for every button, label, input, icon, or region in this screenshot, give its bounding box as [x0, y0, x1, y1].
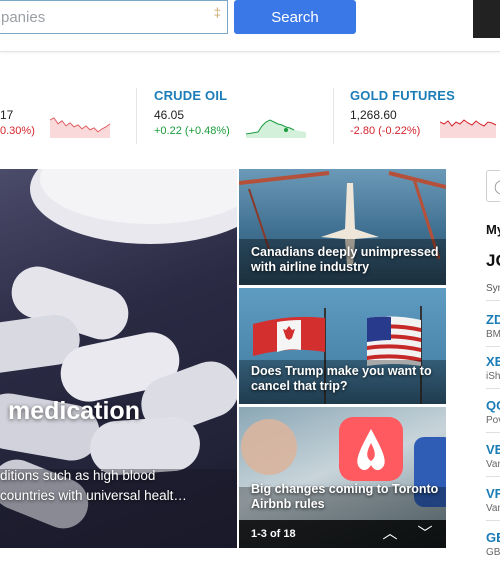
watchlist-name: GB	[486, 547, 500, 558]
divider	[486, 346, 500, 347]
cursor-mark-icon: ‡	[213, 5, 221, 20]
watchlist-name: Van	[486, 503, 500, 514]
ticker-name: CRUDE OIL	[154, 88, 228, 103]
watchlist-symbol[interactable]: ZD	[486, 312, 500, 327]
sidebar-search-box[interactable]: ◯	[486, 170, 500, 202]
sidebar-watchlist-title[interactable]: JO	[486, 251, 500, 271]
divider	[486, 388, 500, 389]
watchlist-row[interactable]: VF Van	[486, 486, 500, 514]
search-input[interactable]	[1, 1, 206, 33]
top-bar: ‡ Search	[0, 0, 500, 52]
ticker-item-crude-oil[interactable]: CRUDE OIL 46.05 +0.22 (+0.48%)	[154, 88, 324, 152]
header-dark-block	[473, 0, 500, 38]
watchlist-row[interactable]: GE GB	[486, 530, 500, 558]
watchlist-symbol[interactable]: GE	[486, 530, 500, 545]
sparkline-index	[50, 117, 111, 138]
watchlist-row[interactable]: VE Van	[486, 442, 500, 470]
ticker-name	[0, 88, 130, 103]
sidebar-column-header: Sym	[486, 283, 500, 294]
slider-down-button[interactable]: ﹀	[414, 524, 436, 544]
search-button[interactable]: Search	[234, 0, 356, 34]
watchlist-symbol[interactable]: QC	[486, 398, 500, 413]
ticker-divider	[333, 88, 334, 144]
ticker-name: GOLD FUTURES	[350, 88, 455, 103]
watchlist-name: Van	[486, 459, 500, 470]
watchlist-row[interactable]: QC Pov	[486, 398, 500, 426]
watchlist-name: iSh	[486, 371, 500, 382]
ticker-item-gold-futures[interactable]: GOLD FUTURES 1,268.60 -2.80 (-0.22%)	[350, 88, 500, 152]
hero-title[interactable]: medication	[8, 397, 140, 426]
watchlist-row[interactable]: ZD BM	[486, 312, 500, 340]
ticker-item-index[interactable]: 17 0.30%)	[0, 88, 130, 152]
story-caption[interactable]: Does Trump make you want to cancel that …	[251, 364, 441, 394]
watchlist-symbol[interactable]: VF	[486, 486, 500, 501]
story-card[interactable]: Does Trump make you want to cancel that …	[239, 288, 446, 404]
market-ticker: 17 0.30%) CRUDE OIL 46.05 +0.22 (+0.48%)…	[0, 88, 500, 152]
divider	[486, 300, 500, 301]
watchlist-symbol[interactable]: VE	[486, 442, 500, 457]
story-card[interactable]: Canadians deeply unimpressed with airlin…	[239, 169, 446, 285]
sparkline-gold	[440, 119, 497, 138]
ticker-divider	[136, 88, 137, 144]
hero-description: ditions such as high blood countries wit…	[0, 468, 187, 503]
watchlist-row[interactable]: XE iSh	[486, 354, 500, 382]
story-card[interactable]: Big changes coming to Toronto Airbnb rul…	[239, 407, 446, 548]
sparkline-crude-oil	[246, 119, 306, 138]
search-icon: ◯	[494, 178, 500, 195]
watchlist-name: Pov	[486, 415, 500, 426]
slider-controls: 1-3 of 18 ︿ ﹀	[239, 520, 446, 548]
sidebar-heading: My	[486, 222, 500, 237]
divider	[486, 476, 500, 477]
story-caption[interactable]: Canadians deeply unimpressed with airlin…	[251, 245, 441, 275]
slider-count: 1-3 of 18	[251, 528, 296, 540]
slider-up-button[interactable]: ︿	[379, 524, 401, 544]
watchlist-symbol[interactable]: XE	[486, 354, 500, 369]
watchlist-name: BM	[486, 329, 500, 340]
divider	[486, 432, 500, 433]
search-box[interactable]: ‡	[0, 0, 228, 34]
story-caption[interactable]: Big changes coming to Toronto Airbnb rul…	[251, 482, 441, 512]
divider	[486, 520, 500, 521]
